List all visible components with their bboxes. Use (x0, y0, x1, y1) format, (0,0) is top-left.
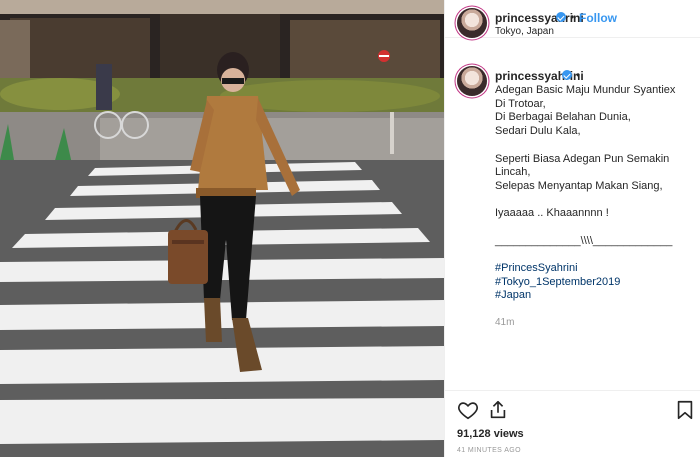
like-button[interactable] (457, 399, 479, 421)
post-caption: Adegan Basic Maju Mundur Syantiex Di Tro… (495, 84, 695, 303)
post-actions: 91,128 views 41 MINUTES AGO (445, 390, 700, 457)
save-button[interactable] (674, 399, 696, 421)
caption-line: Selepas Menyantap Makan Siang, (495, 179, 663, 192)
caption-gap (495, 139, 695, 153)
caption-line: Sedari Dulu Kala, (495, 125, 581, 138)
follow-button[interactable]: Follow (579, 11, 617, 25)
post-video[interactable] (0, 0, 444, 457)
header-separator: • (570, 10, 575, 24)
share-icon (490, 400, 506, 419)
bookmark-icon (677, 400, 693, 420)
caption-time-ago: 41m (495, 317, 515, 328)
instagram-post: princessyahrini • Follow Tokyo, Japan pr… (0, 0, 700, 457)
caption-line: Iyaaaaa .. Khaaannnn ! (495, 207, 609, 220)
caption-line: Di Trotoar, (495, 97, 546, 110)
caption-line: Lincah, (495, 166, 531, 179)
hashtag-link[interactable]: #PrincesSyahrini (495, 262, 695, 276)
caption-avatar[interactable] (457, 66, 487, 96)
share-button[interactable] (487, 399, 509, 421)
caption-line: Seperti Biasa Adegan Pun Semakin (495, 152, 670, 165)
heart-icon (458, 402, 478, 420)
caption-gap (495, 194, 695, 208)
post-timestamp[interactable]: 41 MINUTES AGO (457, 447, 521, 454)
caption-gap (495, 248, 695, 262)
post-side-panel: princessyahrini • Follow Tokyo, Japan pr… (444, 0, 700, 457)
post-header: princessyahrini • Follow Tokyo, Japan (445, 0, 700, 38)
view-count[interactable]: 91,128 views (457, 428, 524, 440)
video-frame-image (0, 0, 444, 457)
caption-separator: • (576, 68, 581, 82)
verified-badge-icon (556, 12, 566, 22)
avatar[interactable] (457, 8, 487, 38)
hashtag-link[interactable]: #Japan (495, 289, 695, 303)
caption-line: Adegan Basic Maju Mundur Syantiex (495, 84, 676, 96)
caption-gap (495, 221, 695, 235)
location-link[interactable]: Tokyo, Japan (495, 26, 554, 37)
hashtag-link[interactable]: #Tokyo_1September2019 (495, 276, 695, 290)
caption-verified-badge-icon (562, 70, 572, 80)
caption-divider: ______________\\\\_____________ (495, 234, 673, 247)
caption-line: Di Berbagai Belahan Dunia, (495, 111, 631, 124)
